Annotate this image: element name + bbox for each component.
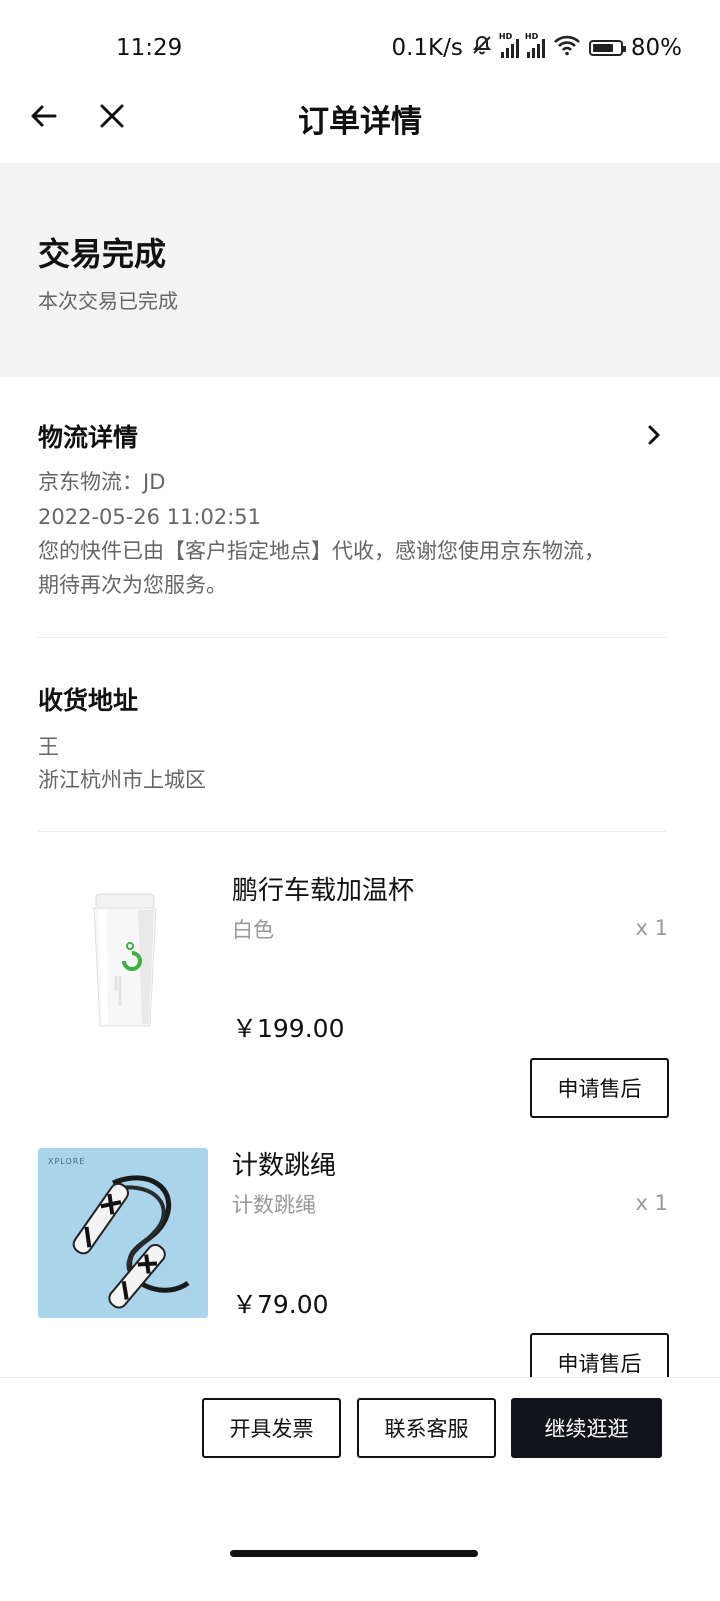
order-status-subtitle: 本次交易已完成 <box>38 289 178 313</box>
bottom-action-bar: 开具发票 联系客服 继续逛逛 <box>0 1377 720 1601</box>
product-price: ￥79.00 <box>232 1290 329 1319</box>
invoice-button[interactable]: 开具发票 <box>202 1398 341 1458</box>
product-name: 计数跳绳 <box>232 1151 337 1181</box>
product-quantity: x 1 <box>635 1191 668 1215</box>
navigation-bar: 订单详情 <box>0 76 720 156</box>
page-title: 订单详情 <box>298 104 422 140</box>
network-speed: 0.1K/s <box>391 35 463 61</box>
contact-service-button[interactable]: 联系客服 <box>357 1398 496 1458</box>
mute-bell-icon <box>471 34 493 62</box>
address-name: 王 <box>38 735 59 759</box>
chevron-right-icon[interactable] <box>644 422 664 452</box>
logistics-message-line1: 您的快件已由【客户指定地点】代收，感谢您使用京东物流， <box>38 539 605 563</box>
cellular-signal-2-icon: HD <box>525 32 545 58</box>
status-icons: 0.1K/s HD HD 80% <box>391 32 682 62</box>
product-spec: 计数跳绳 <box>232 1193 316 1217</box>
product-spec: 白色 <box>232 918 274 942</box>
address-title: 收货地址 <box>38 686 139 715</box>
product-name: 鹏行车载加温杯 <box>232 876 415 906</box>
product-image-brand: XPLORE <box>48 1157 85 1166</box>
address-location: 浙江杭州市上城区 <box>38 768 206 792</box>
logistics-title: 物流详情 <box>38 423 139 452</box>
order-status-title: 交易完成 <box>38 235 167 273</box>
order-status-section: 交易完成 本次交易已完成 <box>0 163 720 377</box>
status-time: 11:29 <box>116 35 183 61</box>
continue-shopping-button[interactable]: 继续逛逛 <box>511 1398 662 1458</box>
thermos-cup-image[interactable] <box>38 866 208 1036</box>
divider <box>38 831 666 832</box>
battery-fill <box>592 44 614 52</box>
logistics-carrier: 京东物流：JD <box>38 470 166 494</box>
product-price: ￥199.00 <box>232 1014 345 1043</box>
divider <box>38 637 666 638</box>
product-quantity: x 1 <box>635 916 668 940</box>
jump-rope-image[interactable]: XPLORE <box>38 1148 208 1318</box>
battery-icon <box>588 40 626 56</box>
battery-percent: 80% <box>630 35 682 61</box>
cellular-signal-icon: HD <box>499 32 519 58</box>
wifi-icon <box>553 34 581 62</box>
after-sales-button[interactable]: 申请售后 <box>530 1058 669 1118</box>
logistics-message-line2: 期待再次为您服务。 <box>38 573 227 597</box>
logistics-timestamp: 2022-05-26 11:02:51 <box>38 505 262 529</box>
home-indicator[interactable] <box>230 1550 478 1557</box>
